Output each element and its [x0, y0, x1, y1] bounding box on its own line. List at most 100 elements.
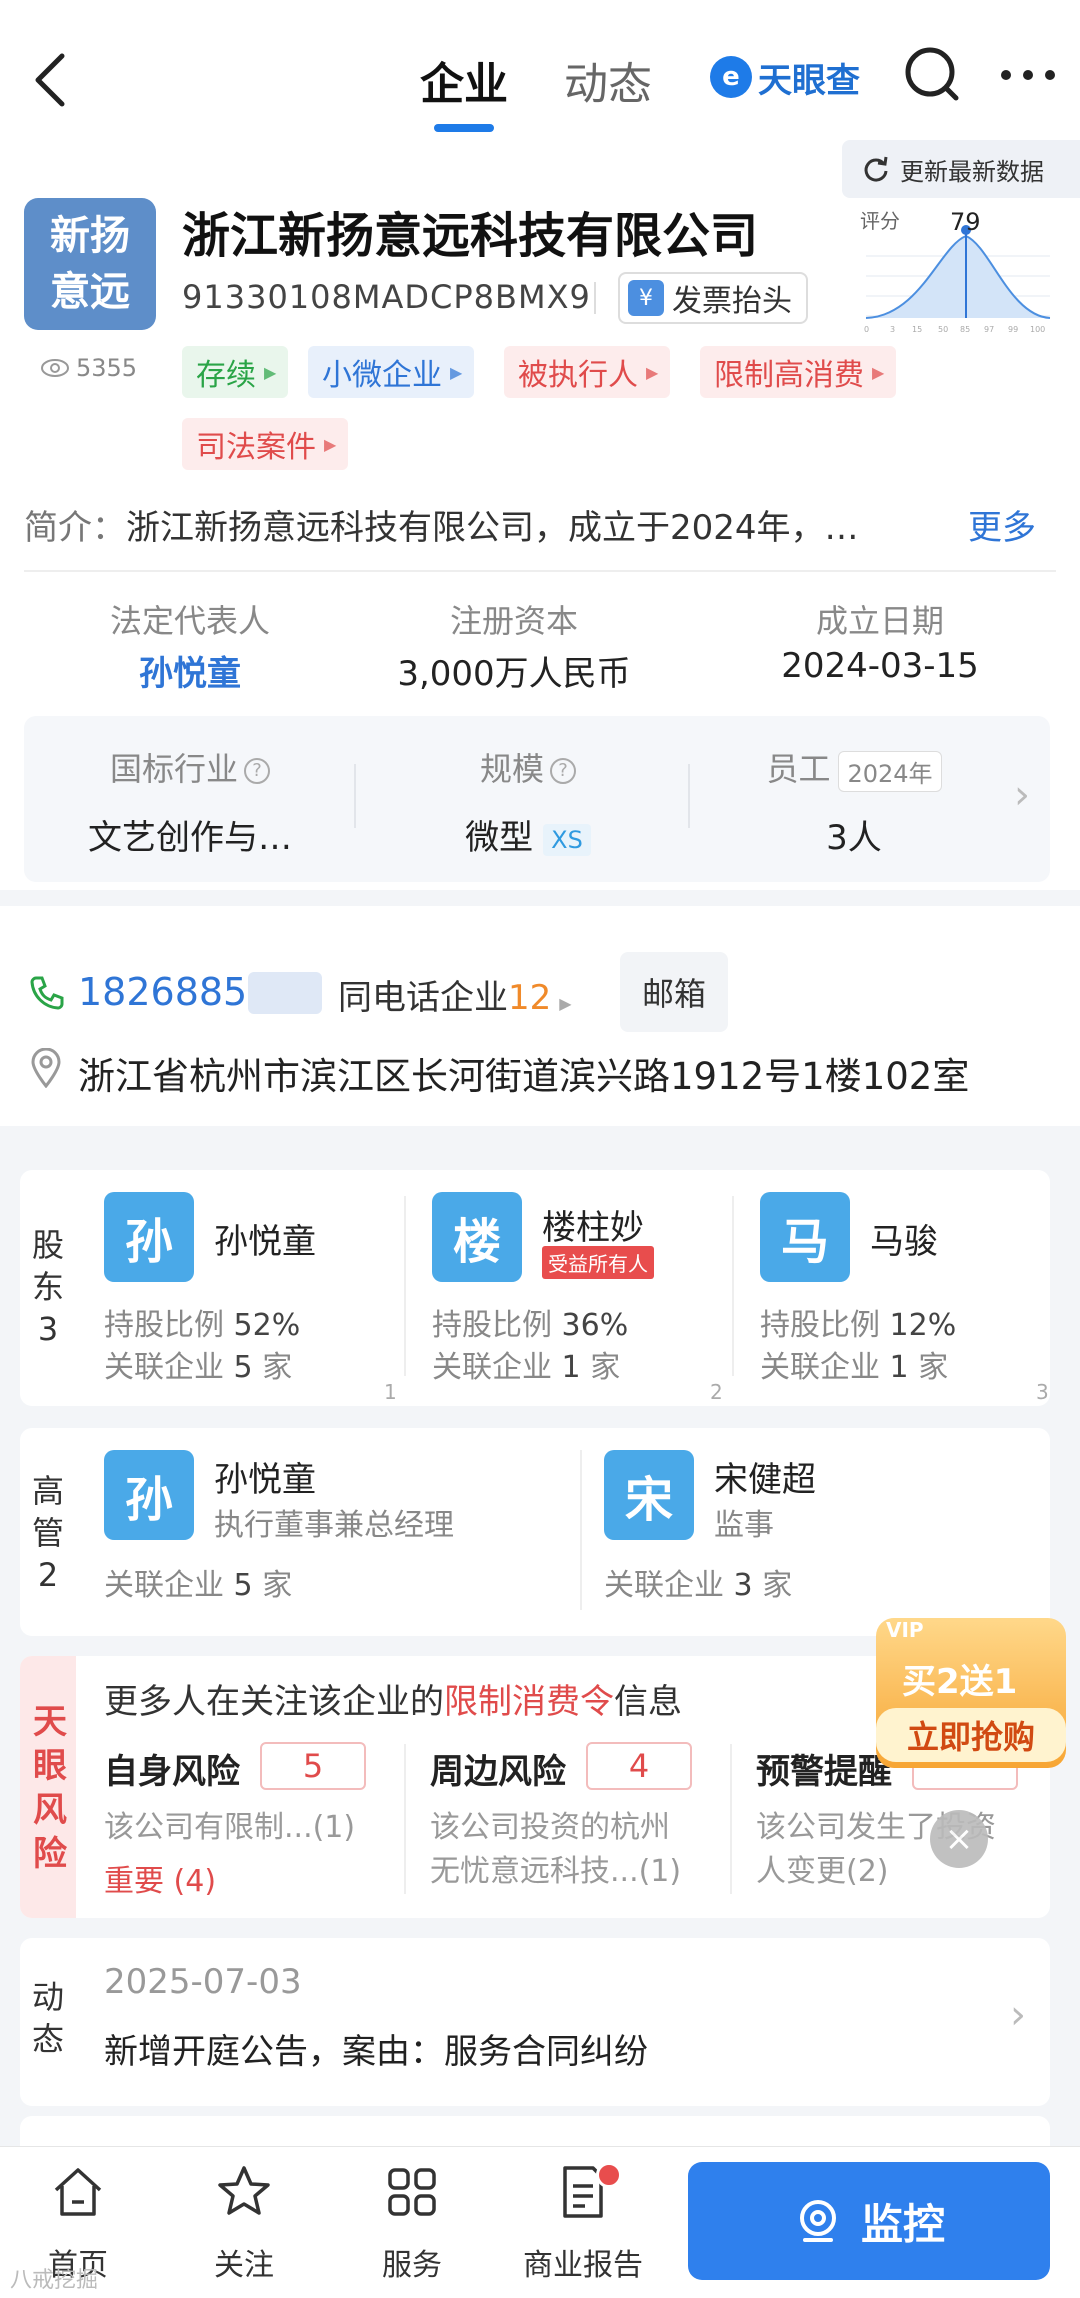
brand-name: 天眼查 [758, 60, 860, 101]
risk-title-prefix: 更多人在关注该企业的 [104, 1682, 444, 1722]
tag-label: 限制高消费 [714, 358, 864, 393]
shareholder-name[interactable]: 孙悦童 [214, 1214, 316, 1263]
shareholders-side-label: 股东 3 [28, 1224, 68, 1350]
avatar[interactable]: 孙 [104, 1192, 194, 1282]
help-icon[interactable]: ? [550, 758, 576, 784]
side-label-char: 眼 [33, 1746, 67, 1786]
caret-right-icon: ▶ [324, 434, 337, 454]
credit-code[interactable]: 91330108MADCP8BMX9 [182, 278, 591, 316]
avatar[interactable]: 楼 [432, 1192, 522, 1282]
score-label: 评分 [860, 209, 900, 233]
update-data-button[interactable]: 更新最新数据 [842, 140, 1080, 198]
same-phone-companies-link[interactable]: 同电话企业12 ▶ [338, 970, 572, 1019]
score-axis-tick: 15 [912, 325, 922, 334]
related-value: 5 [233, 1568, 253, 1603]
close-icon[interactable]: × [930, 1810, 988, 1868]
nav-label: 关注 [214, 2248, 274, 2283]
star-icon [218, 2166, 270, 2215]
nav-label: 服务 [382, 2248, 442, 2283]
capital-value: 3,000万人民币 [397, 654, 631, 694]
vip-promo-badge[interactable]: VIP 买2送1 立即抢购 [876, 1598, 1066, 1774]
promo-vip-label: VIP [886, 1618, 924, 1642]
related-label: 关联企业 [760, 1350, 880, 1385]
phone-number[interactable]: 1826885 [78, 970, 247, 1014]
shareholder-related: 关联企业 1 家 [760, 1342, 948, 1386]
executive-name[interactable]: 宋健超 [714, 1452, 816, 1501]
tag-executed-person[interactable]: 被执行人 ▶ [504, 346, 671, 398]
tab-active-indicator [434, 124, 494, 132]
divider [24, 570, 1056, 572]
risk-self-count[interactable]: 5 [260, 1742, 366, 1790]
avatar[interactable]: 宋 [604, 1450, 694, 1540]
tag-judicial-case[interactable]: 司法案件 ▶ [182, 418, 349, 470]
shareholder-ratio: 持股比例 36% [432, 1300, 628, 1344]
related-label: 关联企业 [104, 1350, 224, 1385]
email-button[interactable]: 邮箱 [620, 952, 728, 1032]
brand-mark-icon: e [710, 56, 752, 98]
shareholder-index: 3 [1036, 1380, 1049, 1404]
executives-side-label: 高管 2 [28, 1470, 68, 1596]
brand-logo: e 天眼查 [710, 52, 860, 102]
monitor-button[interactable]: 监控 [688, 2162, 1050, 2280]
risk-surrounding-label[interactable]: 周边风险 [430, 1744, 566, 1793]
chevron-right-icon[interactable]: › [1010, 1992, 1026, 2038]
side-label-char: 东 [31, 1268, 64, 1306]
search-icon[interactable] [902, 44, 962, 104]
promo-buy-button[interactable]: 立即抢购 [876, 1708, 1066, 1762]
ratio-label: 持股比例 [760, 1308, 880, 1343]
side-label-char: 动 [31, 1978, 64, 2016]
divider [404, 1744, 406, 1894]
executive-name[interactable]: 孙悦童 [214, 1452, 316, 1501]
related-label: 关联企业 [104, 1568, 224, 1603]
avatar[interactable]: 马 [760, 1192, 850, 1282]
divider [594, 282, 596, 314]
score-distribution-chart[interactable]: 评分 79 0 3 15 50 85 97 99 100 [860, 206, 1056, 336]
location-pin-icon [31, 1048, 61, 1088]
company-address[interactable]: 浙江省杭州市滨江区长河街道滨兴路1912号1楼102室 [78, 1046, 969, 1100]
shareholder-name[interactable]: 楼柱妙 [542, 1200, 644, 1249]
tab-dynamics[interactable]: 动态 [564, 48, 652, 112]
avatar[interactable]: 孙 [104, 1450, 194, 1540]
related-unit: 家 [590, 1350, 621, 1385]
back-arrow-icon[interactable] [30, 50, 70, 110]
risk-warning-desc: 人变更(2) [756, 1854, 889, 1889]
legal-rep-label: 法定代表人 [109, 602, 270, 640]
phone-mask [248, 972, 322, 1014]
risk-self-desc: 该公司有限制...(1) [104, 1810, 356, 1845]
side-label-char: 3 [37, 1310, 59, 1348]
help-icon[interactable]: ? [244, 758, 270, 784]
tab-company[interactable]: 企业 [420, 48, 508, 112]
nav-business-report[interactable]: 商业报告 [508, 2160, 658, 2284]
related-value: 1 [889, 1350, 909, 1385]
same-phone-count: 12 [508, 978, 552, 1018]
caret-right-icon: ▶ [264, 362, 277, 382]
side-label-char: 股 [31, 1226, 64, 1264]
nav-follow[interactable]: 关注 [174, 2160, 314, 2284]
tag-status[interactable]: 存续 ▶ [182, 346, 289, 398]
company-logo-line2: 意远 [50, 269, 130, 315]
risk-surrounding-count[interactable]: 4 [586, 1742, 692, 1790]
watermark: 八戒挖掘 [10, 2268, 99, 2293]
more-icon[interactable] [998, 60, 1058, 90]
tag-consumption-limit[interactable]: 限制高消费 ▶ [700, 346, 897, 398]
staff-year-badge: 2024年 [838, 750, 942, 792]
dynamics-text: 新增开庭公告，案由：服务合同纠纷 [104, 2032, 648, 2072]
risk-self-label[interactable]: 自身风险 [104, 1744, 240, 1793]
risk-warning-label[interactable]: 预警提醒 [756, 1744, 892, 1793]
legal-rep-name[interactable]: 孙悦童 [40, 646, 340, 695]
divider [688, 764, 690, 828]
chevron-right-icon[interactable]: › [1014, 772, 1030, 818]
risk-title: 更多人在关注该企业的限制消费令信息 [104, 1674, 682, 1723]
shareholder-name[interactable]: 马骏 [870, 1214, 938, 1263]
tag-small-enterprise[interactable]: 小微企业 ▶ [308, 346, 475, 398]
grid-icon [388, 2168, 436, 2216]
ratio-label: 持股比例 [104, 1308, 224, 1343]
score-value: 79 [950, 208, 981, 236]
nav-services[interactable]: 服务 [342, 2160, 482, 2284]
divider [732, 1196, 734, 1376]
invoice-title-button[interactable]: ¥ 发票抬头 [618, 272, 808, 324]
related-value: 1 [561, 1350, 581, 1385]
staff-value: 3人 [826, 818, 882, 858]
intro-more-link[interactable]: 更多 [968, 500, 1036, 549]
related-unit: 家 [262, 1568, 293, 1603]
